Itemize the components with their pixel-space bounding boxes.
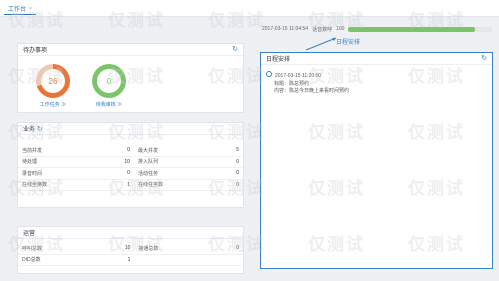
refresh-icon[interactable]: ↻: [481, 55, 487, 62]
tab-label: 工作台: [8, 7, 27, 13]
table-row: 当前并发 0 最大并发 5: [18, 145, 243, 157]
pending-audit-widget[interactable]: 0 待我审核 ≫: [84, 64, 134, 108]
schedule-event[interactable]: 2017-03-15 11:20:00 标题：陈总预约 内容：陈总今日晚上来看时…: [266, 71, 349, 96]
close-icon[interactable]: ×: [29, 6, 32, 12]
table-row: DID总数 1: [18, 254, 243, 266]
event-title: 标题：陈总预约: [274, 80, 310, 87]
cell-label: 在线任务数: [133, 179, 217, 191]
table-row: 待处理 10 排入队列 0: [18, 156, 243, 168]
business-panel: 业务 ↻ 当前并发 0 最大并发 5 待处理 10 排入队列 0 录音时间 0 活动任务 0 在线…: [17, 122, 244, 208]
work-task-link[interactable]: 工作任务 ≫: [28, 101, 78, 108]
todo-panel: 待办事项 ↻ 26 工作任务 ≫ 0 待我审核 ≫: [17, 43, 244, 113]
work-task-ring: 26: [36, 64, 70, 98]
tab-bar: 工作台 ×: [0, 0, 499, 17]
cell-value: 0: [212, 243, 243, 255]
business-header: 业务 ↻: [18, 123, 243, 135]
table-row: 呼叫总数 10 接通总数 0: [18, 243, 243, 255]
pending-audit-ring: 0: [92, 64, 126, 98]
business-table: 当前并发 0 最大并发 5 待处理 10 排入队列 0 录音时间 0 活动任务 0 在线坐席数 1 在…: [18, 145, 243, 191]
work-task-count: 26: [41, 69, 65, 93]
todo-title: 待办事项: [23, 48, 48, 54]
cell-value: 0: [216, 156, 243, 168]
tab-workbench[interactable]: 工作台 ×: [4, 3, 36, 15]
cell-value: 0: [100, 167, 134, 180]
cell-value: 0: [100, 145, 134, 157]
todo-header: 待办事项 ↻: [18, 44, 243, 56]
cell-label: 在线坐席数: [18, 179, 101, 191]
cell-value: [212, 254, 243, 266]
cell-label: DID总数: [18, 254, 97, 266]
callout-arrow: [305, 37, 337, 51]
cell-label: 待处理: [18, 156, 101, 168]
status-bar: 2017-03-15 11:04:54 话音数呼 100: [262, 24, 492, 34]
cell-label: 活动任务: [133, 167, 217, 180]
operation-panel: 运营 呼叫总数 10 接通总数 0 DID总数 1: [17, 226, 244, 274]
work-task-widget[interactable]: 26 工作任务 ≫: [28, 64, 78, 108]
operation-header: 运营: [18, 227, 243, 239]
event-dot-icon: [266, 71, 272, 77]
pending-audit-link[interactable]: 待我审核 ≫: [84, 101, 134, 108]
cell-value: 0: [216, 179, 243, 191]
status-progress-fill: [348, 26, 475, 32]
cell-label: [134, 254, 213, 266]
status-progress-bar: [348, 26, 492, 32]
schedule-panel: 日程安排 ↻ 2017-03-15 11:20:00 标题：陈总预约 内容：陈总…: [260, 52, 493, 269]
cell-value: 10: [100, 156, 134, 168]
event-content: 内容：陈总今日晚上来看时间预约: [274, 88, 350, 94]
business-title: 业务 ↻: [23, 126, 43, 133]
cell-label: 录音时间: [18, 167, 101, 180]
table-row: 录音时间 0 活动任务 0: [18, 167, 243, 180]
cell-value: 1: [96, 254, 135, 266]
cell-label: 最大并发: [133, 145, 217, 157]
cell-value: 5: [216, 145, 243, 157]
schedule-callout: 日程安排: [336, 40, 361, 46]
operation-table: 呼叫总数 10 接通总数 0 DID总数 1: [18, 243, 243, 266]
schedule-title: 日程安排: [266, 57, 291, 63]
refresh-icon[interactable]: ↻: [37, 126, 43, 133]
event-time: 2017-03-15 11:20:00: [275, 73, 322, 79]
cell-label: 接通总数: [134, 243, 213, 255]
cell-value: 0: [216, 167, 243, 180]
table-row: 在线坐席数 1 在线任务数 0: [18, 179, 243, 191]
operation-title: 运营: [23, 231, 36, 237]
cell-value: 10: [96, 243, 135, 255]
cell-label: 排入队列: [133, 156, 217, 168]
cell-label: 当前并发: [18, 145, 101, 157]
refresh-icon[interactable]: ↻: [232, 46, 238, 53]
cell-value: 1: [100, 179, 134, 191]
schedule-header: 日程安排 ↻: [261, 53, 492, 65]
pending-audit-count: 0: [97, 69, 121, 93]
cell-label: 呼叫总数: [18, 243, 97, 255]
